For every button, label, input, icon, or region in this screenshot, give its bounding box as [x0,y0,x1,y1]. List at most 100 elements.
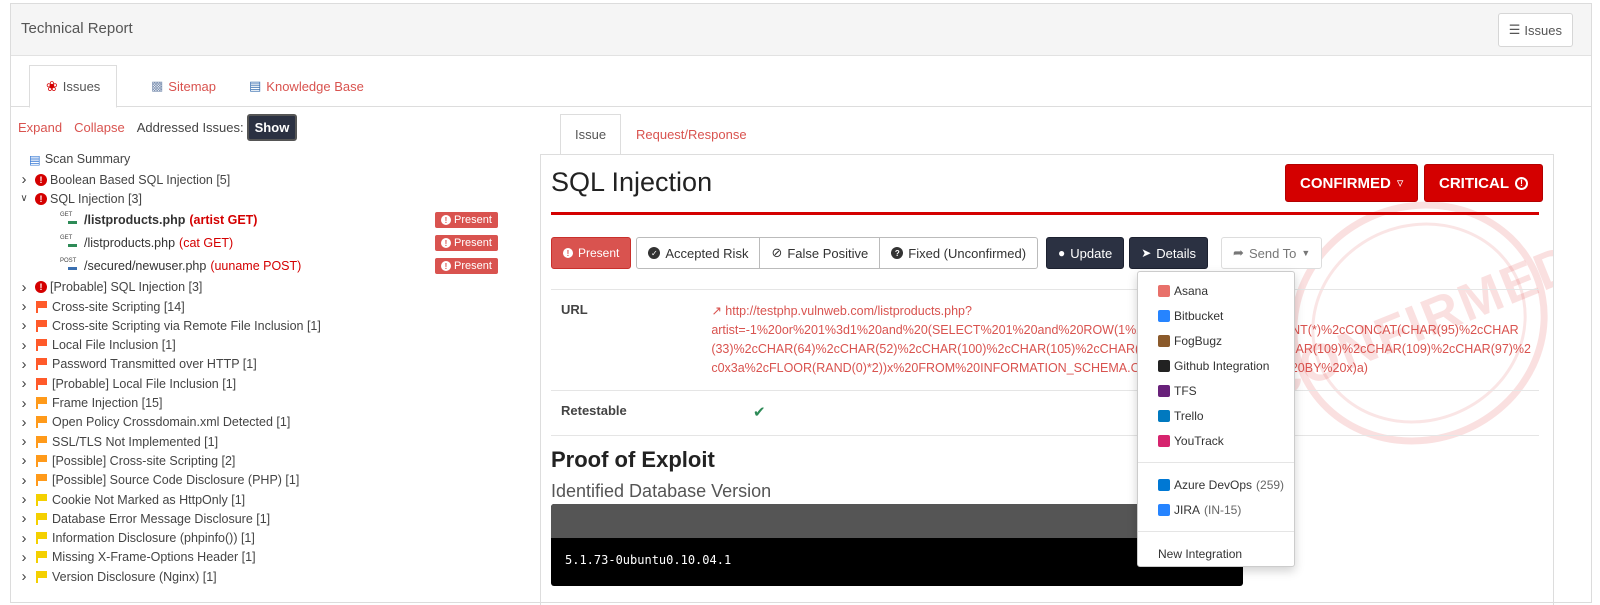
details-button[interactable]: ➤ Details [1129,237,1209,269]
url-value[interactable]: ↗ http://testphp.vulnweb.com/listproduct… [703,290,1539,390]
chevron-right-icon[interactable]: › [18,337,30,354]
tab-request-response[interactable]: Request/Response [622,114,761,154]
send-to-item-count: (IN-15) [1204,502,1242,517]
tree-item[interactable]: ›! [Probable] SQL Injection [3] [18,278,518,297]
expand-link[interactable]: Expand [18,120,62,135]
tree-item[interactable]: › Password Transmitted over HTTP [1] [18,355,518,374]
chevron-right-icon[interactable]: › [18,171,30,188]
addressed-issues-toggle[interactable]: Show [246,114,298,141]
instance-parameter: (cat GET) [179,236,234,251]
critical-icon: ! [35,173,47,186]
tree-item-label: [Possible] Source Code Disclosure (PHP) … [52,473,300,488]
tree-item[interactable]: › [Possible] Source Code Disclosure (PHP)… [18,471,518,490]
chevron-right-icon[interactable]: › [18,472,30,489]
vulnerability-instance[interactable]: GET/listproducts.php (cat GET)! Present [18,232,518,255]
tree-item[interactable]: ∨! SQL Injection [3] [18,189,518,208]
chevron-down-icon[interactable]: ∨ [18,193,30,204]
send-to-item-asana[interactable]: Asana [1138,278,1294,303]
send-to-item-azure-devops[interactable]: Azure DevOps (259) [1138,472,1294,497]
tree-item[interactable]: › [Possible] Cross-site Scripting [2] [18,451,518,470]
accepted-risk-button[interactable]: ✓ Accepted Risk [636,237,761,269]
scan-summary-label: Scan Summary [44,152,131,166]
false-positive-label: False Positive [787,245,869,261]
chevron-right-icon[interactable]: › [18,549,30,566]
tree-item[interactable]: › Information Disclosure (phpinfo()) [1] [18,528,518,547]
http-method-label: POST [60,258,77,265]
fixed-unconfirmed-button[interactable]: ? Fixed (Unconfirmed) [880,237,1039,269]
bitbucket-icon [1158,309,1170,322]
url-line[interactable]: ↗ http://testphp.vulnweb.com/listproduct… [711,302,1531,321]
url-line[interactable]: (33)%2cCHAR(64)%2cCHAR(52)%2cCHAR(100)%2… [711,340,1531,359]
send-to-item-label: TFS [1174,383,1197,398]
send-to-item-jira[interactable]: JIRA (IN-15) [1138,497,1294,522]
instance-parameter: (uuname POST) [210,259,302,274]
chevron-right-icon[interactable]: › [18,414,30,431]
update-button[interactable]: ● Update [1046,237,1125,269]
send-to-item-label: Trello [1174,408,1204,423]
tree-item[interactable]: › Database Error Message Disclosure [1] [18,509,518,528]
chevron-right-icon[interactable]: › [18,356,30,373]
http-method-label: GET [60,235,73,242]
send-to-button[interactable]: ➦ Send To ▼ [1221,237,1323,269]
vulnerability-instance[interactable]: POST/secured/newuser.php (uuname POST)! Pr… [18,255,518,278]
http-method-label: GET [60,212,73,219]
tree-item[interactable]: › Cookie Not Marked as HttpOnly [1] [18,490,518,509]
tab-sitemap[interactable]: ▩ Sitemap [135,65,232,107]
chevron-right-icon[interactable]: › [18,510,30,527]
flag-icon [35,300,49,313]
flag-icon [35,319,49,332]
tree-item[interactable]: › Open Policy Crossdomain.xml Detected [1… [18,413,518,432]
chevron-right-icon[interactable]: › [18,375,30,392]
tree-item[interactable]: › Cross-site Scripting [14] [18,297,518,316]
issues-button[interactable]: ☰ Issues [1497,13,1573,47]
tab-issue[interactable]: Issue [560,114,622,155]
chevron-right-icon[interactable]: › [18,279,30,296]
send-to-item-trello[interactable]: Trello [1138,403,1294,428]
issue-tree: ▤ Scan Summary ›! Boolean Based SQL Injec… [18,148,518,586]
tree-item[interactable]: › [Probable] Local File Inclusion [1] [18,374,518,393]
tree-item[interactable]: › Cross-site Scripting via Remote File In… [18,316,518,335]
arrow-icon [68,267,77,271]
tree-item-label: Open Policy Crossdomain.xml Detected [1] [52,415,291,430]
scan-summary[interactable]: ▤ Scan Summary [29,148,518,170]
chevron-right-icon[interactable]: › [18,530,30,547]
flag-icon [35,435,49,448]
chevron-right-icon[interactable]: › [18,395,30,412]
false-positive-button[interactable]: ⊘ False Positive [760,237,881,269]
tree-item[interactable]: › Frame Injection [15] [18,393,518,412]
tree-item[interactable]: ›! Boolean Based SQL Injection [5] [18,170,518,189]
url-row: URL ↗ http://testphp.vulnweb.com/listpro… [551,289,1539,390]
chevron-right-icon[interactable]: › [18,452,30,469]
tab-knowledge-base[interactable]: ▤ Knowledge Base [233,65,380,107]
tree-item-label: Missing X-Frame-Options Header [1] [52,550,256,565]
chevron-right-icon[interactable]: › [18,298,30,315]
chevron-right-icon[interactable]: › [18,568,30,585]
vulnerability-instance[interactable]: GET/listproducts.php (artist GET)! Present [18,209,518,232]
new-integration-item[interactable]: New Integration [1138,541,1294,566]
collapse-link[interactable]: Collapse [74,120,125,135]
send-to-item-github-integration[interactable]: Github Integration [1138,353,1294,378]
http-method-icon: POST [60,258,78,274]
tree-item-label: Frame Injection [15] [52,396,163,411]
chevron-right-icon[interactable]: › [18,491,30,508]
send-to-item-bitbucket[interactable]: Bitbucket [1138,303,1294,328]
tree-item[interactable]: › Local File Inclusion [1] [18,335,518,354]
tree-item[interactable]: › Version Disclosure (Nginx) [1] [18,567,518,586]
retestable-row: Retestable ✔ [551,390,1539,436]
flag-icon [35,397,49,410]
chevron-right-icon[interactable]: › [18,317,30,334]
tree-item[interactable]: › SSL/TLS Not Implemented [1] [18,432,518,451]
send-to-item-fogbugz[interactable]: FogBugz [1138,328,1294,353]
send-to-item-tfs[interactable]: TFS [1138,378,1294,403]
present-button[interactable]: ! Present [551,237,632,269]
send-to-item-youtrack[interactable]: YouTrack [1138,428,1294,453]
tree-item[interactable]: › Missing X-Frame-Options Header [1] [18,548,518,567]
url-line[interactable]: c0x3a%2cFLOOR(RAND(0)*2))x%20FROM%20INFO… [711,359,1531,378]
tab-issues[interactable]: ❀ Issues [29,65,118,108]
url-line[interactable]: artist=-1%20or%201%3d1%20and%20(SELECT%2… [711,321,1531,340]
flag-icon [35,416,49,429]
book-icon: ▤ [249,78,262,93]
jira-icon [1158,503,1170,516]
page-title: Technical Report [21,20,133,37]
chevron-right-icon[interactable]: › [18,433,30,450]
